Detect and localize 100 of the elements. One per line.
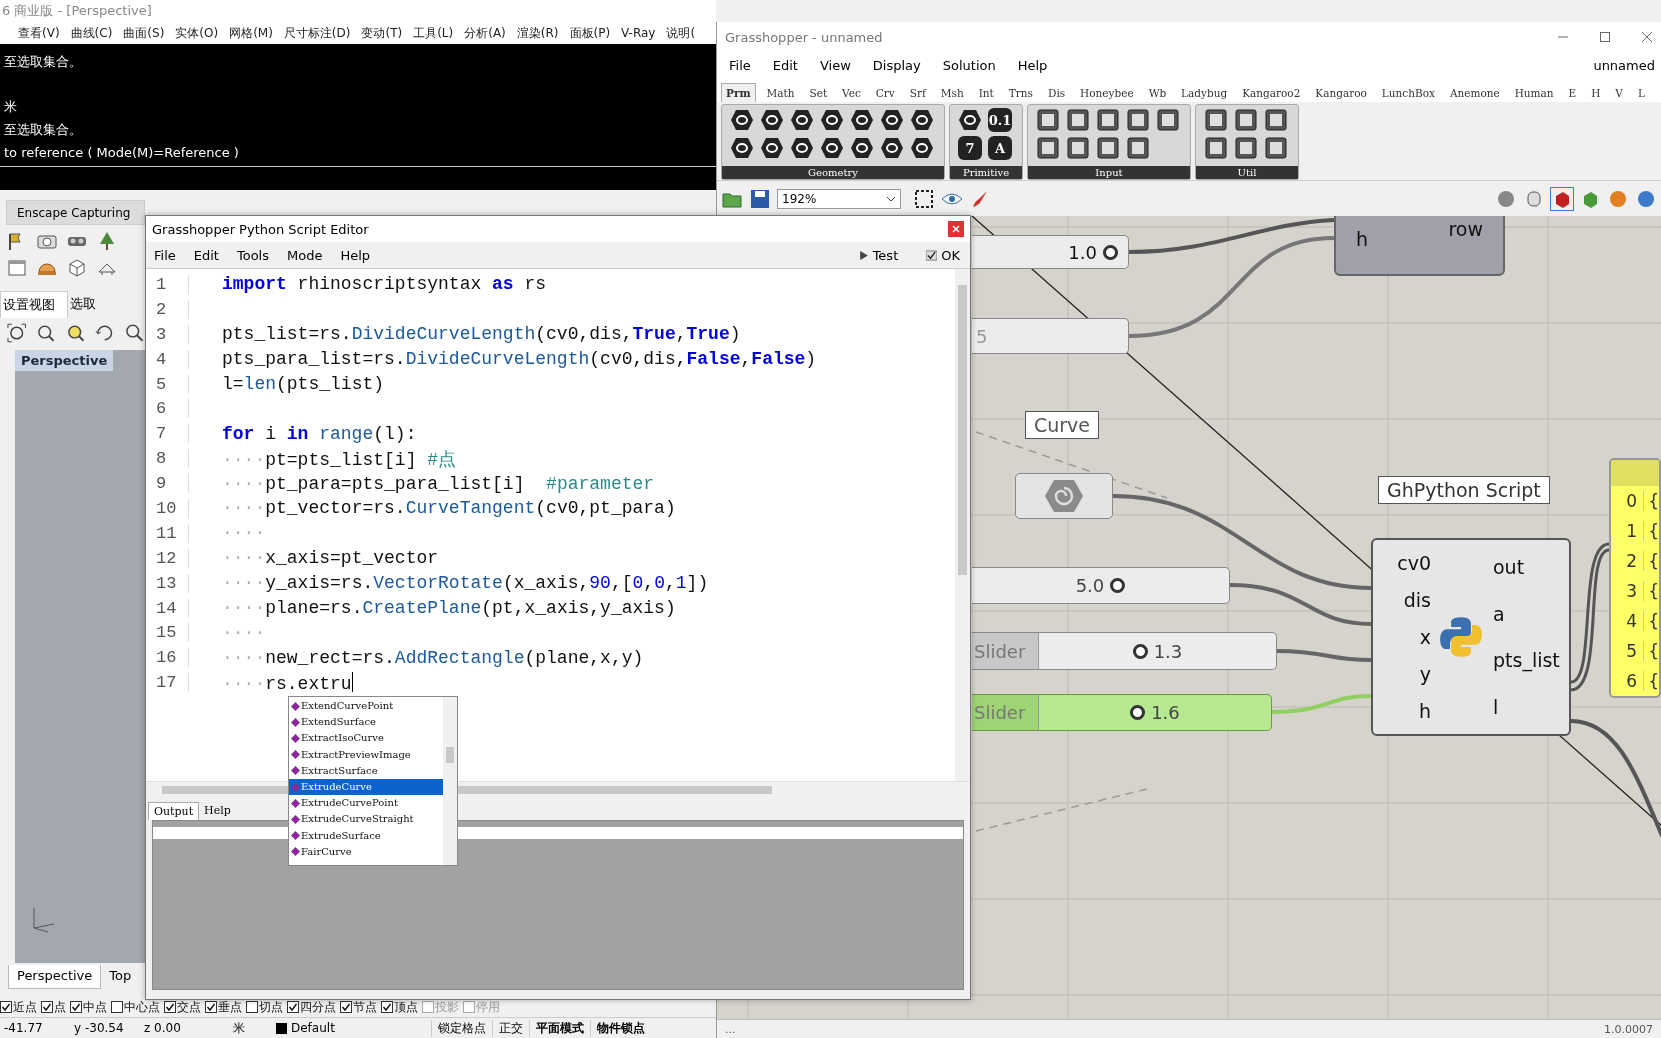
number-slider[interactable]: 1.0 — [972, 235, 1129, 269]
output-tab[interactable]: Help — [199, 802, 236, 820]
menu-item[interactable]: 变动(T) — [361, 22, 403, 44]
menu-item[interactable]: Edit — [772, 57, 798, 73]
ribbon-tab[interactable]: Math — [762, 84, 799, 102]
menu-item[interactable]: Tools — [236, 247, 269, 263]
checkbox-label[interactable]: 四分点 — [300, 998, 336, 1016]
menu-item[interactable]: 查看(V) — [18, 22, 60, 44]
tile-icon[interactable] — [1066, 108, 1090, 132]
ribbon-tab[interactable]: Int — [974, 84, 998, 102]
ribbon-tab[interactable]: Human — [1510, 84, 1558, 102]
save-icon[interactable] — [749, 187, 771, 210]
ribbon-tab[interactable]: Vec — [838, 84, 865, 102]
ribbon-tab[interactable]: LunchBox — [1377, 84, 1439, 102]
ribbon-tab[interactable]: Kangaroo — [1311, 84, 1371, 102]
zoom-extents-icon[interactable] — [6, 322, 28, 344]
menu-item[interactable]: 工具(L) — [413, 22, 454, 44]
number-slider[interactable]: Slider 1.6 — [972, 694, 1272, 731]
autocomplete-item[interactable]: ExtendSurface — [289, 714, 443, 731]
status-toggle[interactable]: 物件锁点 — [590, 1019, 651, 1037]
tile-icon[interactable] — [1126, 108, 1150, 132]
autocomplete-item[interactable]: ExtractIsoCurve — [289, 730, 443, 747]
ribbon-tab[interactable]: Srf — [905, 84, 930, 102]
ribbon-tab[interactable]: Set — [805, 84, 832, 102]
slider-thumb[interactable] — [1110, 578, 1126, 593]
tile-icon[interactable] — [1234, 108, 1258, 132]
zoom-window-icon[interactable] — [35, 322, 57, 344]
zoom-dropdown[interactable]: 192% — [777, 188, 901, 209]
code-line[interactable]: for i in range(l): — [222, 423, 417, 444]
hexagon-icon[interactable] — [880, 136, 904, 160]
tile-icon[interactable] — [1156, 108, 1180, 132]
checkbox-label[interactable]: 交点 — [177, 998, 201, 1016]
ribbon-tab[interactable]: Kangaroo2 — [1238, 84, 1305, 102]
menu-item[interactable]: View — [819, 57, 851, 73]
code-line[interactable]: l=len(pts_list) — [222, 374, 385, 394]
toolbar-tab[interactable]: 设置视图 — [0, 291, 68, 318]
status-toggle[interactable]: 平面模式 — [529, 1019, 590, 1037]
menu-item[interactable]: 实体(O) — [175, 22, 219, 44]
menu-item[interactable]: 渲染(R) — [516, 22, 559, 44]
checkbox[interactable] — [340, 1001, 352, 1013]
data-panel[interactable]: 0 { 1 { 2 { 3 { 4 { 5 { 6 { — [1609, 458, 1661, 698]
code-line[interactable]: ····pt=pts_list[i] #点 — [222, 446, 457, 471]
ribbon-tab[interactable]: Anemone — [1445, 84, 1504, 102]
viewport-title[interactable]: Perspective — [15, 350, 114, 371]
menu-item[interactable]: File — [729, 57, 751, 73]
hexagon-icon[interactable] — [820, 136, 844, 160]
toolbar-button[interactable]: Test — [872, 247, 909, 263]
status-toggle[interactable]: 正交 — [492, 1019, 529, 1037]
toolbar-button[interactable]: OK — [941, 247, 970, 263]
slider-thumb[interactable] — [1103, 244, 1118, 260]
component-button[interactable]: 7 — [958, 136, 982, 160]
ribbon-tab[interactable]: V — [1611, 84, 1627, 102]
hexagon-icon[interactable] — [760, 136, 784, 160]
vertical-scrollbar[interactable] — [955, 269, 970, 781]
slider-thumb[interactable] — [1132, 643, 1148, 659]
hexagon-icon[interactable] — [790, 136, 814, 160]
component-button[interactable]: A — [988, 136, 1012, 160]
code-line[interactable]: ····x_axis=pt_vector — [222, 548, 439, 569]
menu-item[interactable]: 分析(A) — [464, 22, 506, 44]
ribbon-tab[interactable]: E — [1564, 84, 1581, 102]
script-component[interactable]: cv0 dis x y h out a pts_list l — [1371, 538, 1571, 736]
autocomplete-item[interactable]: ExtrudeCurveStraight — [289, 811, 443, 828]
hexagon-icon[interactable] — [910, 136, 934, 160]
checkbox[interactable] — [164, 1001, 176, 1013]
autocomplete-item[interactable]: ExtractPreviewImage — [289, 746, 443, 763]
tile-icon[interactable] — [1204, 136, 1228, 160]
ribbon-tab[interactable]: L — [1633, 84, 1649, 102]
hexagon-icon[interactable] — [850, 136, 874, 160]
ribbon-tab[interactable]: Ladybug — [1177, 84, 1232, 102]
number-slider[interactable]: Slider 1.3 — [972, 632, 1277, 670]
checkbox-label[interactable]: 节点 — [353, 998, 377, 1016]
checkbox-label[interactable]: 中点 — [83, 998, 107, 1016]
menu-item[interactable]: 说明( — [666, 22, 696, 44]
hexagon-icon[interactable] — [760, 108, 784, 132]
viewport-tab[interactable]: Top — [101, 965, 140, 989]
menu-item[interactable]: Help — [340, 247, 371, 263]
status-toggle[interactable]: 锁定格点 — [431, 1019, 492, 1037]
hexagon-icon[interactable] — [790, 108, 814, 132]
maximize-icon[interactable] — [1599, 31, 1611, 43]
ribbon-tab[interactable]: Crv — [871, 84, 899, 102]
slider-thumb[interactable] — [1130, 705, 1146, 720]
checkbox-label[interactable]: 顶点 — [394, 998, 418, 1016]
ribbon-tab[interactable]: Prm — [721, 83, 756, 102]
ribbon-tab[interactable]: Trns — [1004, 84, 1037, 102]
tile-icon[interactable] — [1066, 136, 1090, 160]
toolbar-tab[interactable]: 选取 — [68, 291, 108, 318]
ribbon-tab[interactable]: Dis — [1043, 84, 1070, 102]
menu-item[interactable]: 曲面(S) — [123, 22, 165, 44]
hexagon-icon[interactable] — [850, 108, 874, 132]
code-line[interactable]: ····rs.extru — [222, 671, 354, 694]
tile-icon[interactable] — [1036, 136, 1060, 160]
viewport[interactable]: Perspective — [15, 350, 145, 963]
hexagon-icon[interactable] — [910, 108, 934, 132]
code-line[interactable]: ····new_rect=rs.AddRectangle(plane,x,y) — [222, 647, 644, 668]
autocomplete-item[interactable]: ExtrudeCurve — [289, 778, 443, 796]
code-line[interactable]: import rhinoscriptsyntax as rs — [222, 274, 547, 295]
autocomplete-item[interactable]: ExtendCurvePoint — [289, 698, 443, 715]
layer-name[interactable]: Default — [287, 1021, 431, 1035]
checkbox[interactable] — [70, 1001, 82, 1013]
checkbox[interactable] — [41, 1001, 53, 1013]
